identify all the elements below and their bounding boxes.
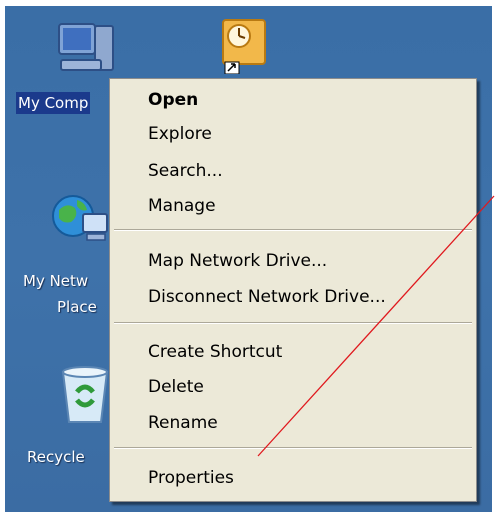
menu-item-manage[interactable]: Manage [148,193,216,219]
network-places-label-line1[interactable]: My Netw [23,270,88,292]
menu-item-delete[interactable]: Delete [148,374,204,400]
menu-separator [114,229,472,231]
menu-separator [114,447,472,449]
menu-item-disconnect-network-drive[interactable]: Disconnect Network Drive... [148,284,386,310]
menu-item-explore[interactable]: Explore [148,121,212,147]
menu-item-map-network-drive[interactable]: Map Network Drive... [148,248,327,274]
menu-separator [114,322,472,324]
menu-item-properties[interactable]: Properties [148,465,234,491]
network-places-icon[interactable] [49,188,111,250]
shortcut-clock-icon[interactable] [219,16,271,75]
my-computer-icon[interactable] [51,16,121,84]
context-menu: Open Explore Search... Manage Map Networ… [109,78,477,502]
menu-item-search[interactable]: Search... [148,158,223,184]
menu-item-open[interactable]: Open [148,87,198,113]
desktop[interactable]: My Comp My Netw Place Recycle Open Explo… [5,6,492,512]
recycle-bin-label[interactable]: Recycle [27,446,85,468]
menu-item-rename[interactable]: Rename [148,410,218,436]
my-computer-label[interactable]: My Comp [16,92,91,114]
recycle-bin-icon[interactable] [57,362,113,428]
network-places-label-line2[interactable]: Place [57,296,97,318]
screenshot-frame: My Comp My Netw Place Recycle Open Explo… [0,0,497,525]
menu-item-create-shortcut[interactable]: Create Shortcut [148,339,282,365]
